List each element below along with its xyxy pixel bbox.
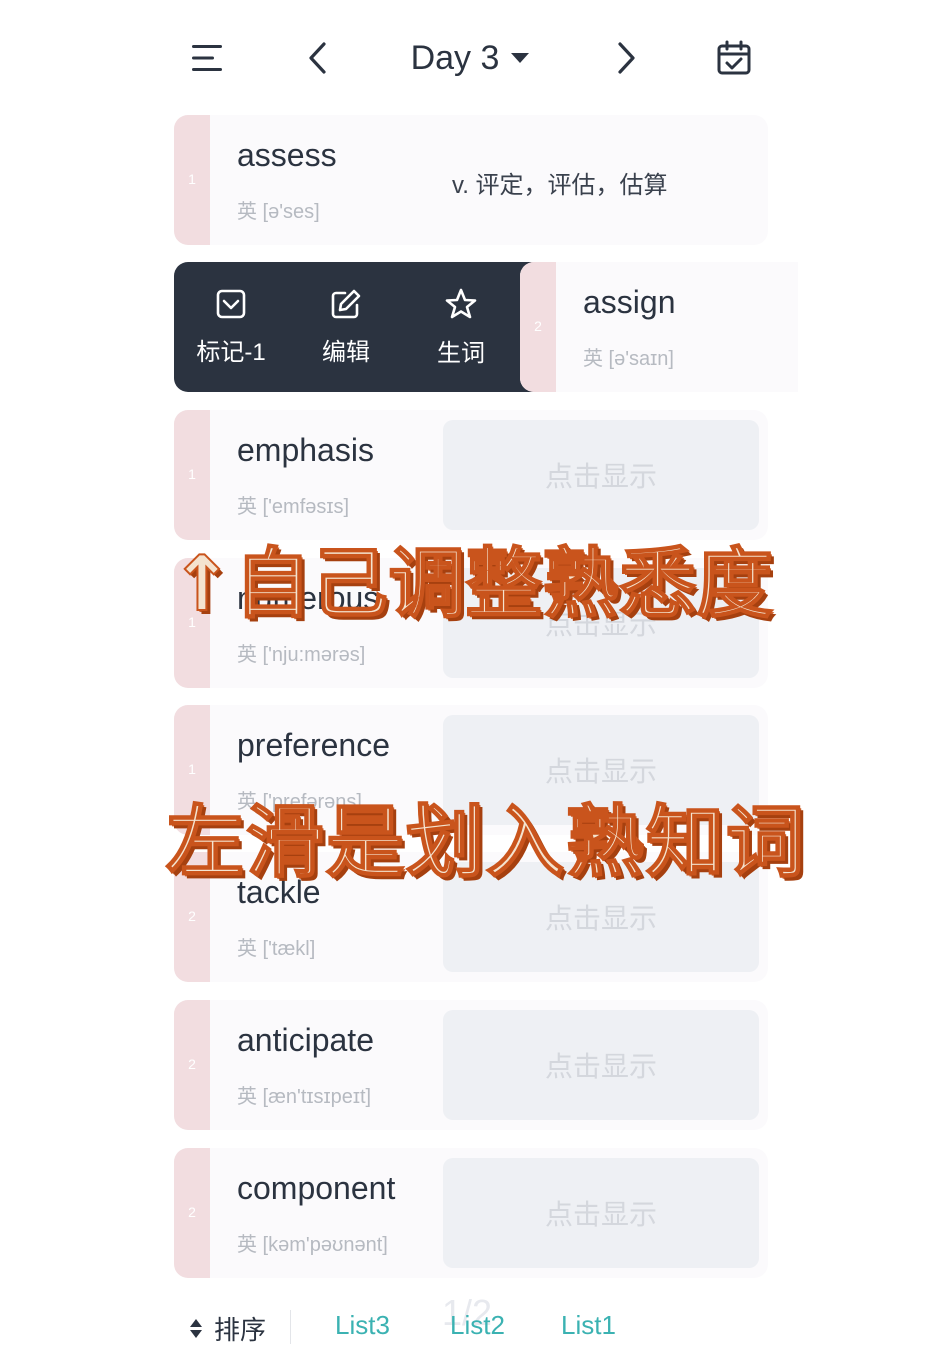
new-word-button[interactable]: 生词 xyxy=(404,262,518,392)
edit-button[interactable]: 编辑 xyxy=(289,262,403,392)
sort-button[interactable]: 排序 xyxy=(190,1308,266,1348)
meaning-text: v. 评定，评估，估算 xyxy=(452,172,668,199)
star-icon xyxy=(445,288,477,318)
familiarity-level: 2 xyxy=(188,1056,196,1072)
swipe-action-panel: 标记-1 编辑 生词 xyxy=(174,262,534,392)
mark-label: 标记-1 xyxy=(196,338,266,366)
phonetic-text: 英 [kəm'pəʊnənt] xyxy=(237,1234,388,1256)
familiarity-level: 2 xyxy=(188,908,196,924)
edit-label: 编辑 xyxy=(322,338,370,366)
bottom-bar: 1/2 排序 List3 List2 List1 xyxy=(0,1290,936,1360)
word-text: component xyxy=(237,1170,396,1206)
calendar-icon[interactable] xyxy=(706,30,762,86)
familiarity-level: 2 xyxy=(188,1204,196,1220)
overlay-caption-top: ↑自己调整熟悉度 xyxy=(169,538,774,629)
word-card[interactable]: 1 emphasis 英 ['emfəsɪs] 点击显示 xyxy=(174,410,768,540)
word-text: anticipate xyxy=(237,1022,374,1058)
reveal-button[interactable]: 点击显示 xyxy=(443,1158,759,1268)
mark-button[interactable]: 标记-1 xyxy=(174,262,288,392)
phonetic-text: 英 ['tækl] xyxy=(237,938,316,960)
tab-list2[interactable]: List2 xyxy=(450,1310,505,1341)
new-word-label: 生词 xyxy=(437,339,485,367)
word-text: emphasis xyxy=(237,432,374,468)
sort-icon xyxy=(190,1318,202,1338)
phonetic-text: 英 ['emfəsɪs] xyxy=(237,496,350,518)
divider xyxy=(290,1310,291,1344)
caret-down-icon xyxy=(511,53,530,63)
familiarity-level: 1 xyxy=(188,171,196,187)
overlay-caption-bottom: 左滑是划入熟知词 xyxy=(165,797,807,889)
chevron-right-icon[interactable] xyxy=(598,30,654,86)
word-card[interactable]: 2 component 英 [kəm'pəʊnənt] 点击显示 xyxy=(174,1148,768,1278)
menu-icon[interactable] xyxy=(180,30,236,86)
phonetic-text: 英 [ə'saɪn] xyxy=(583,348,674,370)
day-label: Day 3 xyxy=(410,38,500,77)
checkbox-icon xyxy=(216,289,246,318)
chevron-left-icon[interactable] xyxy=(290,30,346,86)
edit-icon xyxy=(331,289,361,318)
familiarity-level: 1 xyxy=(188,466,196,482)
familiarity-level: 2 xyxy=(534,318,542,334)
phonetic-text: 英 [æn'tɪsɪpeɪt] xyxy=(237,1086,372,1108)
familiarity-level: 1 xyxy=(188,761,196,777)
sort-label: 排序 xyxy=(214,1314,267,1345)
reveal-button[interactable]: 点击显示 xyxy=(443,420,759,530)
day-selector[interactable]: Day 3 xyxy=(380,34,560,82)
tab-list3[interactable]: List3 xyxy=(335,1310,390,1341)
word-card[interactable]: 2 anticipate 英 [æn'tɪsɪpeɪt] 点击显示 xyxy=(174,1000,768,1130)
word-card[interactable]: 2 assign 英 [ə'saɪn] xyxy=(520,262,798,392)
phonetic-text: 英 [ə'ses] xyxy=(237,201,320,223)
phonetic-text: 英 ['nju:mərəs] xyxy=(237,644,366,666)
word-card[interactable]: 1 assess 英 [ə'ses] v. 评定，评估，估算 xyxy=(174,115,768,245)
word-text: preference xyxy=(237,727,390,763)
top-bar: Day 3 xyxy=(0,0,936,112)
tab-list1[interactable]: List1 xyxy=(561,1310,616,1341)
swiped-word-row[interactable]: 标记-1 编辑 生词 2 assign 英 [ə'saɪn] xyxy=(174,262,798,392)
reveal-button[interactable]: 点击显示 xyxy=(443,1010,759,1120)
word-text: assign xyxy=(583,284,676,320)
word-text: assess xyxy=(237,137,337,173)
